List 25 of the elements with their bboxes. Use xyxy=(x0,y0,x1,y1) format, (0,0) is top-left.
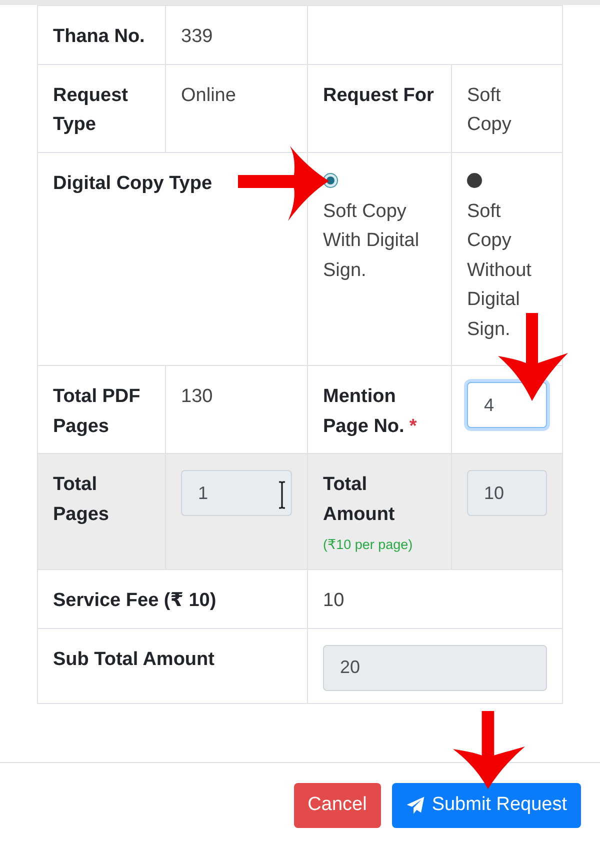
cancel-button[interactable]: Cancel xyxy=(294,782,381,828)
field-label: Thana No. xyxy=(53,26,145,47)
input-field[interactable]: 10 xyxy=(467,470,547,516)
field-label: Total Pages xyxy=(53,474,109,524)
input-field[interactable]: 4 xyxy=(467,382,547,428)
radio-button[interactable] xyxy=(467,173,482,188)
field-label: Mention Page No. xyxy=(323,386,404,436)
rate-note: (₹10 per page) xyxy=(323,536,414,554)
field-label: Sub Total Amount xyxy=(53,648,214,670)
field-label: Request For xyxy=(323,84,434,106)
field-label: Total Amount xyxy=(323,474,395,524)
input-field[interactable]: 1 xyxy=(181,470,292,516)
required-mark: * xyxy=(409,416,417,436)
submit-button[interactable]: Submit Request xyxy=(392,782,581,828)
field-value: Online xyxy=(181,84,236,106)
field-label: Total PDF Pages xyxy=(53,386,140,436)
field-label: Digital Copy Type xyxy=(53,172,212,194)
input-field[interactable]: 20 xyxy=(323,644,547,690)
field-value: 339 xyxy=(181,26,213,47)
field-value: 130 xyxy=(181,386,213,407)
field-value: 10 xyxy=(323,590,344,611)
paper-plane-icon xyxy=(406,796,425,814)
field-value: Soft Copy xyxy=(467,84,512,135)
field-label: Request Type xyxy=(53,84,128,135)
field-label: Service Fee (₹ 10) xyxy=(53,590,216,611)
